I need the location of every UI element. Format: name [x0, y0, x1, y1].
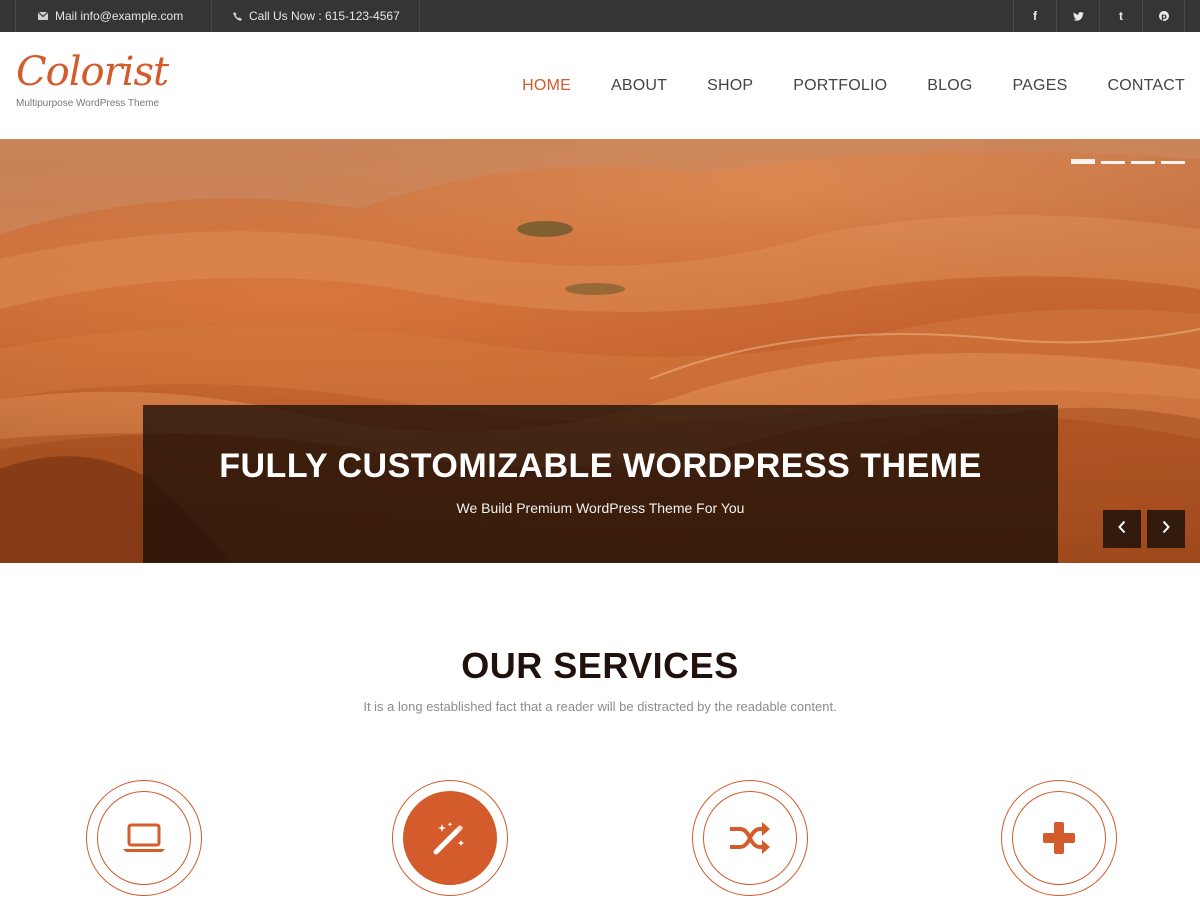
service-item-magic[interactable] [392, 780, 508, 896]
top-bar-phone-text: Call Us Now : 615-123-4567 [249, 9, 400, 23]
laptop-icon [97, 791, 191, 885]
top-bar-email[interactable]: Mail info@example.com [15, 0, 212, 32]
main-nav: HOME ABOUT SHOP PORTFOLIO BLOG PAGES CON… [482, 32, 1185, 139]
plus-icon [1012, 791, 1106, 885]
slider-dot[interactable] [1161, 161, 1185, 164]
logo-tagline: Multipurpose WordPress Theme [16, 98, 160, 109]
logo-text: Colorist [16, 49, 169, 95]
slider-dot[interactable] [1101, 161, 1125, 164]
top-bar: Mail info@example.com Call Us Now : 615-… [0, 0, 1200, 32]
hero-slider: FULLY CUSTOMIZABLE WORDPRESS THEME We Bu… [0, 139, 1200, 563]
nav-home[interactable]: HOME [522, 77, 571, 95]
hero-subtitle: We Build Premium WordPress Theme For You [456, 500, 745, 516]
nav-about[interactable]: ABOUT [611, 77, 667, 95]
nav-pages[interactable]: PAGES [1013, 77, 1068, 95]
slider-dot[interactable] [1071, 159, 1095, 164]
slider-dot[interactable] [1131, 161, 1155, 164]
facebook-icon[interactable]: f [1013, 0, 1056, 32]
services-description: It is a long established fact that a rea… [363, 699, 837, 714]
service-item-shuffle[interactable] [692, 780, 808, 896]
site-logo[interactable]: Colorist Multipurpose WordPress Theme [16, 48, 169, 109]
services-title: OUR SERVICES [461, 645, 739, 686]
magic-wand-icon [403, 791, 497, 885]
service-item-laptop[interactable] [86, 780, 202, 896]
chevron-left-icon [1117, 520, 1127, 539]
svg-text:p: p [1161, 12, 1167, 21]
site-header: Colorist Multipurpose WordPress Theme HO… [0, 32, 1200, 139]
slider-next-button[interactable] [1147, 510, 1185, 548]
pinterest-icon[interactable]: p [1142, 0, 1185, 32]
twitter-icon[interactable] [1056, 0, 1099, 32]
tumblr-icon[interactable]: t [1099, 0, 1142, 32]
hero-title: FULLY CUSTOMIZABLE WORDPRESS THEME [219, 447, 982, 485]
nav-shop[interactable]: SHOP [707, 77, 753, 95]
envelope-icon [38, 12, 48, 20]
nav-blog[interactable]: BLOG [927, 77, 972, 95]
top-bar-email-text: Mail info@example.com [55, 9, 184, 23]
services-section: OUR SERVICES It is a long established fa… [0, 563, 1200, 900]
hero-caption: FULLY CUSTOMIZABLE WORDPRESS THEME We Bu… [143, 405, 1058, 563]
nav-contact[interactable]: CONTACT [1107, 77, 1185, 95]
slider-pagination [1071, 159, 1185, 164]
top-bar-phone[interactable]: Call Us Now : 615-123-4567 [211, 0, 420, 32]
service-item-plus[interactable] [1001, 780, 1117, 896]
shuffle-icon [703, 791, 797, 885]
chevron-right-icon [1161, 520, 1171, 539]
nav-portfolio[interactable]: PORTFOLIO [793, 77, 887, 95]
phone-icon [233, 11, 242, 21]
social-links: f t p [1013, 0, 1185, 32]
slider-prev-button[interactable] [1103, 510, 1141, 548]
